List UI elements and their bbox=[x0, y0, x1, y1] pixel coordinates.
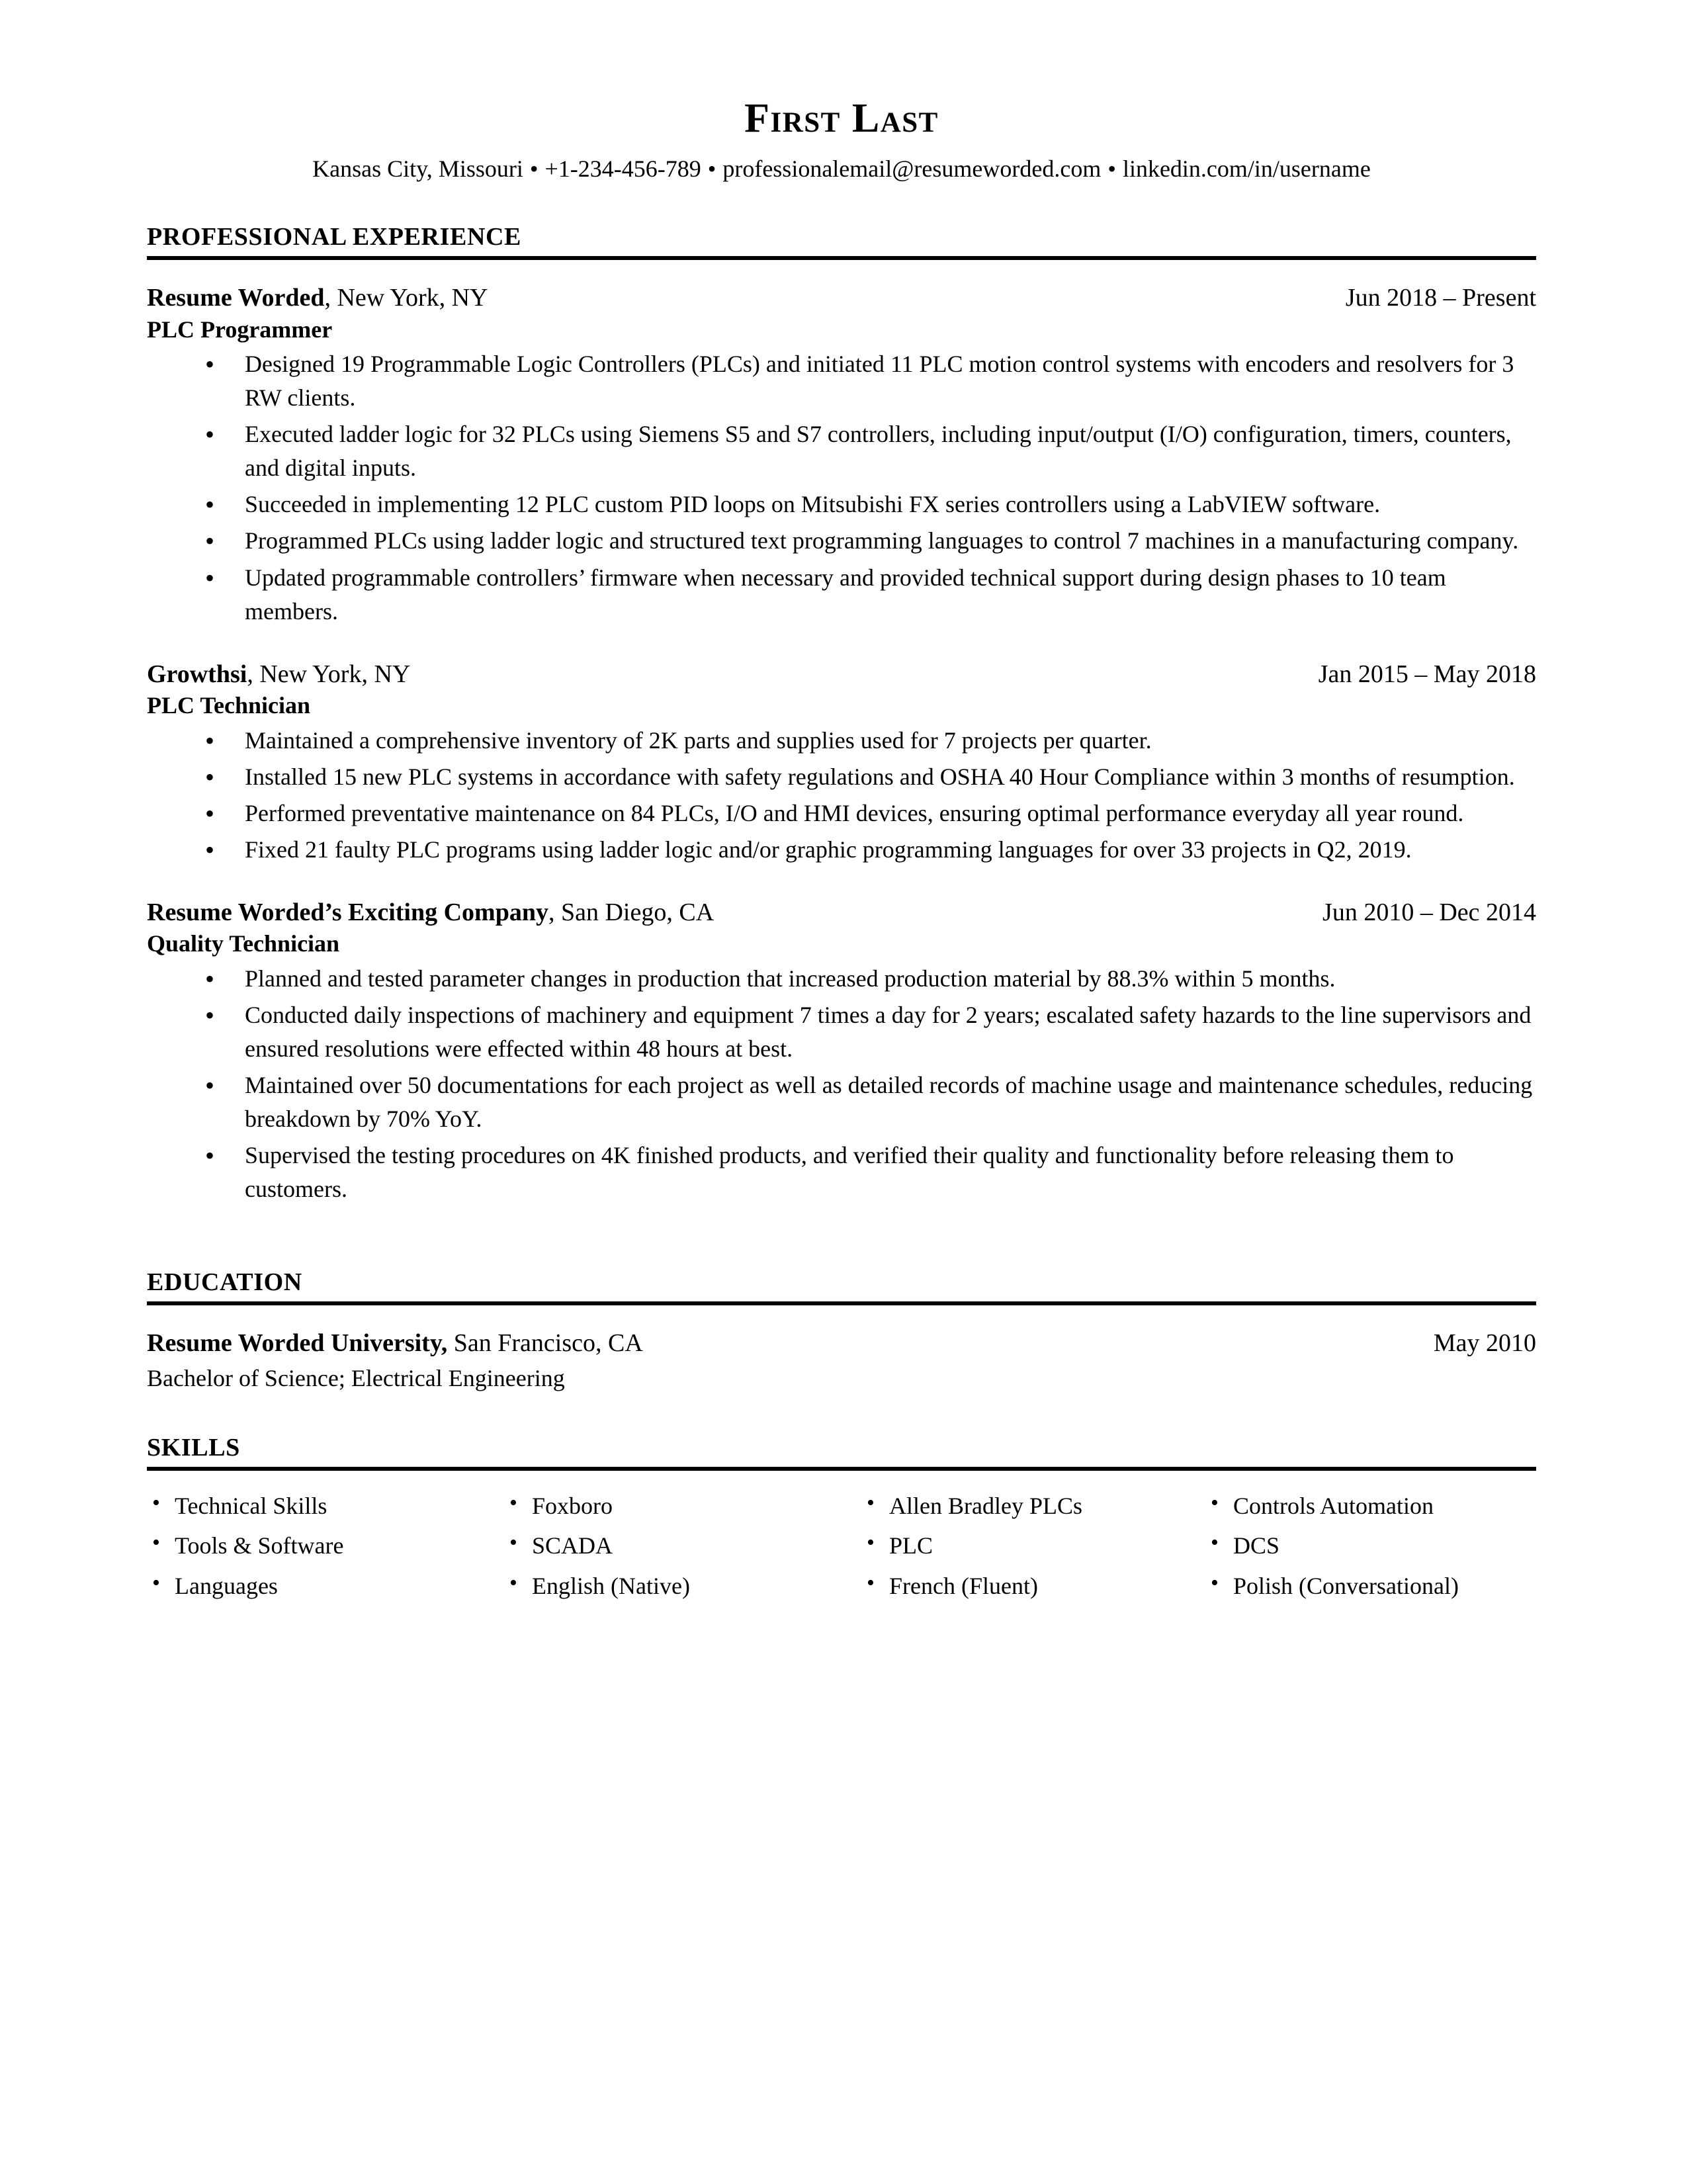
resume-content: First Last Kansas City, Missouri • +1-234-… bbox=[147, 0, 1536, 1602]
job-bullet: Executed ladder logic for 32 PLCs using … bbox=[147, 416, 1536, 485]
job-bullet-list: Designed 19 Programmable Logic Controlle… bbox=[147, 346, 1536, 629]
contact-phone: +1-234-456-789 bbox=[544, 155, 701, 182]
job-company-location: Growthsi, New York, NY bbox=[147, 659, 410, 689]
skill-item: Foxboro bbox=[504, 1489, 861, 1522]
section-divider-skills bbox=[147, 1466, 1536, 1471]
job-bullet-list: Planned and tested parameter changes in … bbox=[147, 961, 1536, 1207]
skill-item: PLC bbox=[861, 1528, 1205, 1561]
job-bullet: Programmed PLCs using ladder logic and s… bbox=[147, 523, 1536, 560]
job-bullet: Maintained a comprehensive inventory of … bbox=[147, 722, 1536, 760]
skill-item: Allen Bradley PLCs bbox=[861, 1489, 1205, 1522]
skill-item: Languages bbox=[147, 1569, 504, 1602]
contact-linkedin[interactable]: linkedin.com/in/username bbox=[1123, 155, 1371, 182]
job-bullet: Designed 19 Programmable Logic Controlle… bbox=[147, 346, 1536, 415]
skill-item: Polish (Conversational) bbox=[1205, 1569, 1536, 1602]
education-date: May 2010 bbox=[1433, 1329, 1536, 1358]
job-title: PLC Technician bbox=[147, 692, 311, 719]
job-title: PLC Programmer bbox=[147, 316, 333, 343]
contact-line: Kansas City, Missouri • +1-234-456-789 • pro… bbox=[147, 155, 1536, 183]
section-education: EDUCATION Resume Worded University, San … bbox=[147, 1270, 1536, 1393]
skill-item: Controls Automation bbox=[1205, 1489, 1536, 1522]
job-bullet: Planned and tested parameter changes in … bbox=[147, 961, 1536, 998]
job-company: Growthsi bbox=[147, 660, 247, 688]
skill-item: English (Native) bbox=[504, 1569, 861, 1602]
job-company: Resume Worded bbox=[147, 284, 325, 312]
skill-item: Tools & Software bbox=[147, 1528, 504, 1561]
section-title-skills: SKILLS bbox=[147, 1433, 240, 1462]
job-company-location: Resume Worded, New York, NY bbox=[147, 283, 488, 313]
skill-item: DCS bbox=[1205, 1528, 1536, 1561]
skill-item: Technical Skills bbox=[147, 1489, 504, 1522]
job-bullet: Performed preventative maintenance on 84… bbox=[147, 795, 1536, 833]
job-location: , San Diego, CA bbox=[548, 898, 714, 926]
resume-page: First Last Kansas City, Missouri • +1-234-… bbox=[0, 0, 1687, 2184]
education-degree: Bachelor of Science; Electrical Engineer… bbox=[147, 1364, 565, 1391]
job-bullet: Installed 15 new PLC systems in accordan… bbox=[147, 759, 1536, 797]
skill-item: French (Fluent) bbox=[861, 1569, 1205, 1602]
candidate-name: First Last bbox=[744, 96, 939, 141]
job-title: Quality Technician bbox=[147, 930, 340, 957]
skill-item: SCADA bbox=[504, 1528, 861, 1561]
section-title-experience: PROFESSIONAL EXPERIENCE bbox=[147, 223, 521, 251]
job-bullet: Conducted daily inspections of machinery… bbox=[147, 997, 1536, 1066]
education-school-location: Resume Worded University, San Francisco,… bbox=[147, 1328, 643, 1358]
job-bullet: Succeeded in implementing 12 PLC custom … bbox=[147, 486, 1536, 524]
experience-entry: Resume Worded’s Exciting Company, San Di… bbox=[147, 897, 1536, 1206]
job-bullet: Updated programmable controllers’ firmwa… bbox=[147, 560, 1536, 629]
resume-header: First Last Kansas City, Missouri • +1-234-… bbox=[147, 98, 1536, 183]
contact-location: Kansas City, Missouri bbox=[312, 155, 523, 182]
job-header-row: Growthsi, New York, NY Jan 2015 – May 20… bbox=[147, 659, 1536, 689]
skills-grid: Technical Skills Foxboro Allen Bradley P… bbox=[147, 1489, 1536, 1602]
job-bullet: Maintained over 50 documentations for ea… bbox=[147, 1067, 1536, 1136]
contact-separator-3: • bbox=[1107, 155, 1116, 182]
contact-separator-1: • bbox=[529, 155, 539, 182]
job-dates: Jan 2015 – May 2018 bbox=[1318, 660, 1536, 688]
job-bullet: Supervised the testing procedures on 4K … bbox=[147, 1137, 1536, 1206]
job-dates: Jun 2010 – Dec 2014 bbox=[1322, 898, 1536, 926]
job-location: , New York, NY bbox=[247, 660, 411, 688]
job-header-row: Resume Worded, New York, NY Jun 2018 – P… bbox=[147, 283, 1536, 313]
section-title-education: EDUCATION bbox=[147, 1268, 302, 1297]
job-header-row: Resume Worded’s Exciting Company, San Di… bbox=[147, 897, 1536, 928]
contact-separator-2: • bbox=[707, 155, 716, 182]
job-bullet-list: Maintained a comprehensive inventory of … bbox=[147, 722, 1536, 869]
job-dates: Jun 2018 – Present bbox=[1345, 284, 1536, 312]
job-company: Resume Worded’s Exciting Company bbox=[147, 898, 548, 926]
job-location: , New York, NY bbox=[324, 284, 488, 312]
section-skills: SKILLS Technical Skills Foxboro Allen Br… bbox=[147, 1435, 1536, 1602]
job-bullet: Fixed 21 faulty PLC programs using ladde… bbox=[147, 832, 1536, 869]
experience-entry: Resume Worded, New York, NY Jun 2018 – P… bbox=[147, 283, 1536, 629]
education-school: Resume Worded University, bbox=[147, 1329, 448, 1358]
education-header-row: Resume Worded University, San Francisco,… bbox=[147, 1328, 1536, 1358]
section-professional-experience: PROFESSIONAL EXPERIENCE Resume Worded, N… bbox=[147, 224, 1536, 1206]
contact-email[interactable]: professionalemail@resumeworded.com bbox=[722, 155, 1101, 182]
experience-entry: Growthsi, New York, NY Jan 2015 – May 20… bbox=[147, 659, 1536, 869]
job-company-location: Resume Worded’s Exciting Company, San Di… bbox=[147, 897, 714, 928]
education-location: San Francisco, CA bbox=[447, 1329, 643, 1358]
